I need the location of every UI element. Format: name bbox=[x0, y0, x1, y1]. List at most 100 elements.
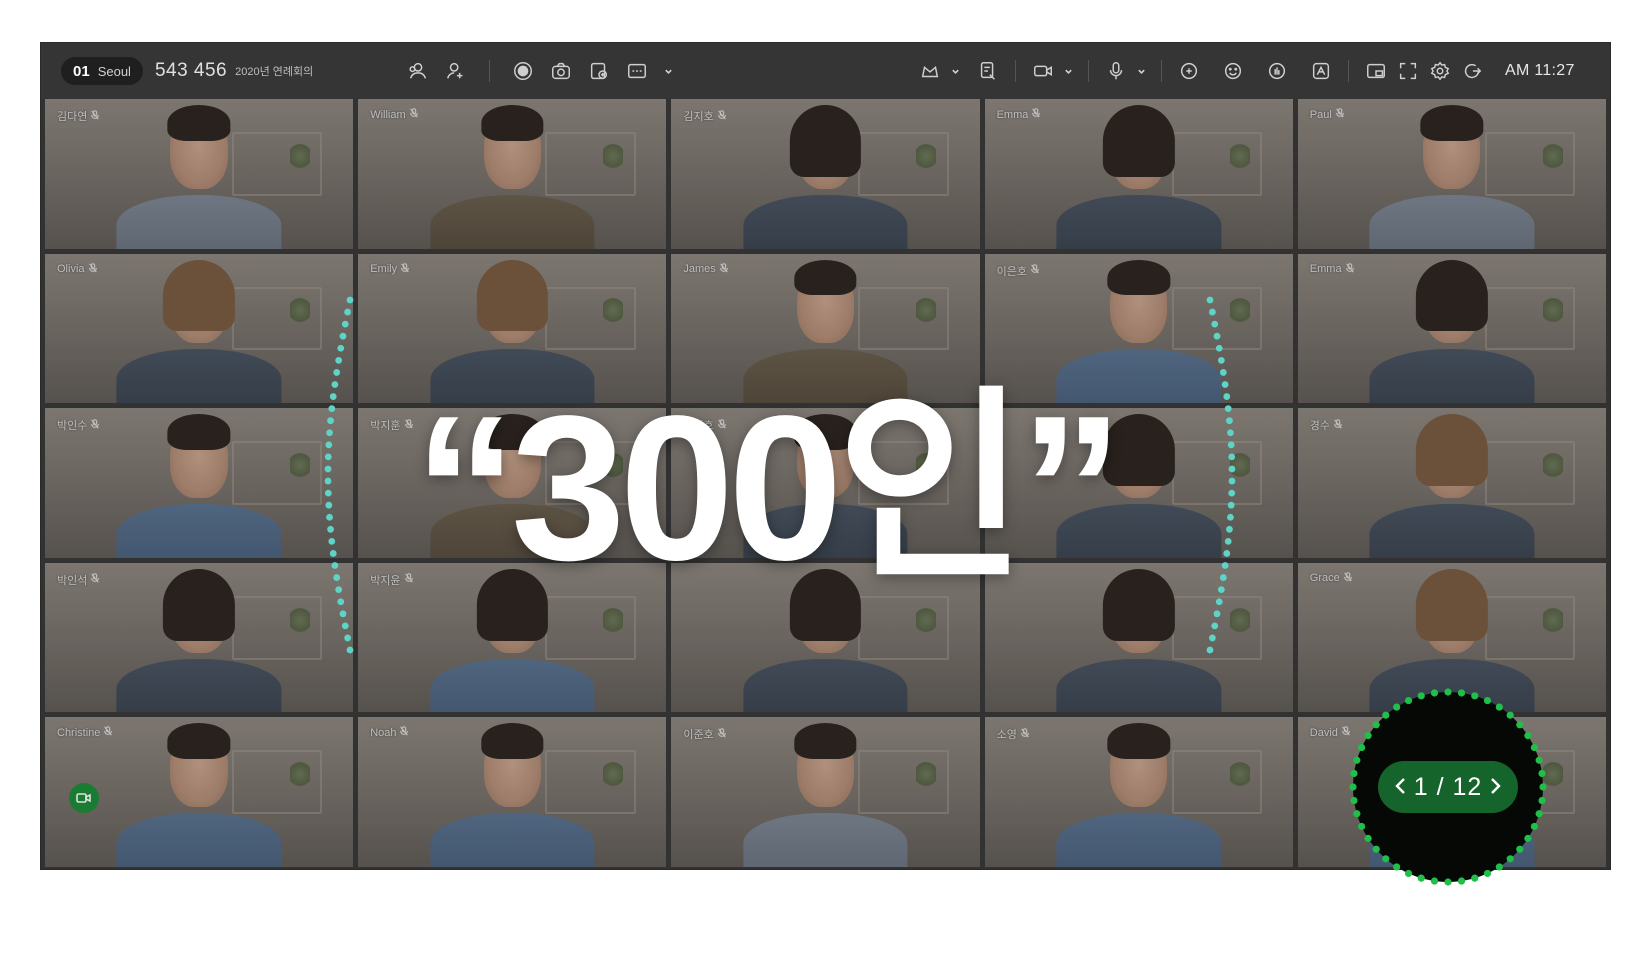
participant-name-label: 소영 bbox=[996, 729, 1017, 742]
arc-dot bbox=[1215, 598, 1223, 606]
next-page-chevron-icon[interactable] bbox=[1488, 773, 1502, 802]
participant-video bbox=[110, 717, 289, 867]
arc-dot bbox=[329, 393, 337, 400]
participant-name-label: Emily bbox=[370, 263, 398, 276]
layout-dropdown-chevron-icon[interactable] bbox=[662, 58, 674, 84]
participant-video bbox=[110, 563, 289, 713]
participant-tile[interactable]: 소영 bbox=[984, 717, 1293, 867]
arc-dot bbox=[1211, 622, 1219, 630]
participant-name-label: 김지호 bbox=[683, 111, 714, 123]
arc-dot bbox=[331, 562, 339, 569]
host-dropdown-chevron-icon[interactable] bbox=[949, 58, 961, 84]
arc-dot bbox=[1228, 477, 1236, 485]
ring-dot bbox=[1404, 869, 1413, 878]
arc-dot bbox=[1217, 586, 1225, 594]
layout-icon[interactable] bbox=[624, 58, 650, 84]
background-plant bbox=[1542, 298, 1563, 329]
mic-muted-icon bbox=[1333, 418, 1343, 432]
ring-dot bbox=[1516, 721, 1524, 729]
camera-snapshot-icon[interactable] bbox=[548, 58, 574, 84]
arc-dot bbox=[346, 296, 354, 304]
participant-name: James bbox=[683, 262, 728, 276]
arc-dot bbox=[344, 308, 352, 316]
participant-tile[interactable]: Emma bbox=[1297, 253, 1606, 404]
participant-name-label: Grace bbox=[1309, 572, 1340, 585]
background-plant bbox=[916, 143, 937, 174]
participant-tile[interactable]: 경수 bbox=[1297, 408, 1606, 558]
screen-capture-icon[interactable] bbox=[586, 58, 612, 84]
participant-tile[interactable]: Christine bbox=[45, 717, 354, 867]
video-camera-icon[interactable] bbox=[1030, 58, 1056, 84]
participant-tile[interactable]: 박인석 bbox=[45, 562, 354, 713]
ring-dot bbox=[1357, 743, 1366, 752]
ring-dot bbox=[1350, 796, 1358, 805]
pager-badge: 1 / 12 bbox=[1349, 688, 1547, 886]
mic-muted-icon bbox=[404, 418, 414, 432]
participant-name-label: Noah bbox=[370, 726, 397, 739]
mic-muted-icon bbox=[1343, 572, 1353, 585]
participant-tile[interactable]: 이준호 bbox=[671, 717, 980, 867]
self-camera-icon[interactable] bbox=[69, 783, 99, 813]
ring-dot bbox=[1382, 855, 1390, 863]
participant-video bbox=[110, 99, 289, 249]
participant-tile[interactable]: 김지호 bbox=[671, 99, 980, 249]
host-crown-icon[interactable] bbox=[917, 58, 943, 84]
leave-meeting-icon[interactable] bbox=[1459, 58, 1485, 84]
arc-dot bbox=[324, 477, 332, 485]
room-city: Seoul bbox=[97, 63, 131, 79]
ring-dot bbox=[1382, 711, 1390, 719]
ring-dot bbox=[1430, 877, 1439, 885]
participants-icon[interactable] bbox=[405, 58, 431, 84]
arc-dot bbox=[1215, 344, 1223, 352]
arc-dot bbox=[331, 381, 339, 388]
participant-tile[interactable]: Noah bbox=[358, 717, 667, 867]
ring-dot bbox=[1457, 877, 1466, 885]
participant-name-label: James bbox=[683, 263, 716, 276]
background-plant bbox=[1229, 762, 1250, 793]
ring-dot bbox=[1506, 711, 1514, 719]
arc-dot bbox=[344, 634, 352, 642]
participant-name-label: 박인수 bbox=[57, 420, 88, 433]
participant-tile[interactable]: William bbox=[358, 99, 667, 249]
microphone-icon[interactable] bbox=[1103, 58, 1129, 84]
participant-tile[interactable]: Emma bbox=[984, 99, 1293, 249]
arc-dot bbox=[1226, 417, 1233, 425]
participant-tile[interactable]: 김다연 bbox=[45, 99, 354, 249]
previous-page-chevron-icon[interactable] bbox=[1394, 773, 1408, 802]
participant-name: 김지호 bbox=[683, 108, 726, 124]
participant-tile[interactable]: 박인수 bbox=[45, 408, 354, 558]
arc-dot bbox=[324, 453, 332, 461]
participant-video bbox=[736, 99, 915, 249]
record-icon[interactable] bbox=[510, 58, 536, 84]
mic-muted-icon bbox=[90, 573, 100, 586]
arc-dot bbox=[1224, 405, 1232, 413]
participant-video bbox=[1363, 408, 1542, 558]
picture-in-picture-icon[interactable] bbox=[1363, 58, 1389, 84]
whiteboard-icon[interactable] bbox=[1308, 58, 1334, 84]
participant-name-label: 김다연 bbox=[57, 111, 88, 123]
participant-tile[interactable]: Grace bbox=[1297, 562, 1606, 713]
mic-muted-icon bbox=[717, 109, 727, 123]
document-share-icon[interactable] bbox=[975, 58, 1001, 84]
invite-user-icon[interactable] bbox=[443, 58, 469, 84]
fullscreen-icon[interactable] bbox=[1395, 58, 1421, 84]
arc-dot bbox=[346, 646, 354, 654]
background-plant bbox=[290, 762, 311, 793]
chat-icon[interactable] bbox=[1176, 58, 1202, 84]
arc-dot bbox=[1211, 320, 1219, 328]
raise-hand-icon[interactable] bbox=[1264, 58, 1290, 84]
microphone-dropdown-chevron-icon[interactable] bbox=[1135, 58, 1147, 84]
camera-dropdown-chevron-icon[interactable] bbox=[1062, 58, 1074, 84]
emoji-reaction-icon[interactable] bbox=[1220, 58, 1246, 84]
participant-name: 박지훈 bbox=[370, 417, 413, 433]
arc-dot bbox=[335, 356, 343, 364]
participant-tile[interactable]: Olivia bbox=[45, 253, 354, 404]
arc-dot bbox=[337, 598, 345, 606]
arc-dot bbox=[325, 501, 333, 509]
room-badge[interactable]: 01 Seoul bbox=[61, 57, 143, 85]
participant-tile[interactable]: Paul bbox=[1297, 99, 1606, 249]
settings-gear-icon[interactable] bbox=[1427, 58, 1453, 84]
toolbar-divider bbox=[1088, 60, 1089, 82]
participant-name-label: 박지윤 bbox=[370, 574, 401, 587]
headline-300-people: “300인” bbox=[414, 373, 1123, 603]
